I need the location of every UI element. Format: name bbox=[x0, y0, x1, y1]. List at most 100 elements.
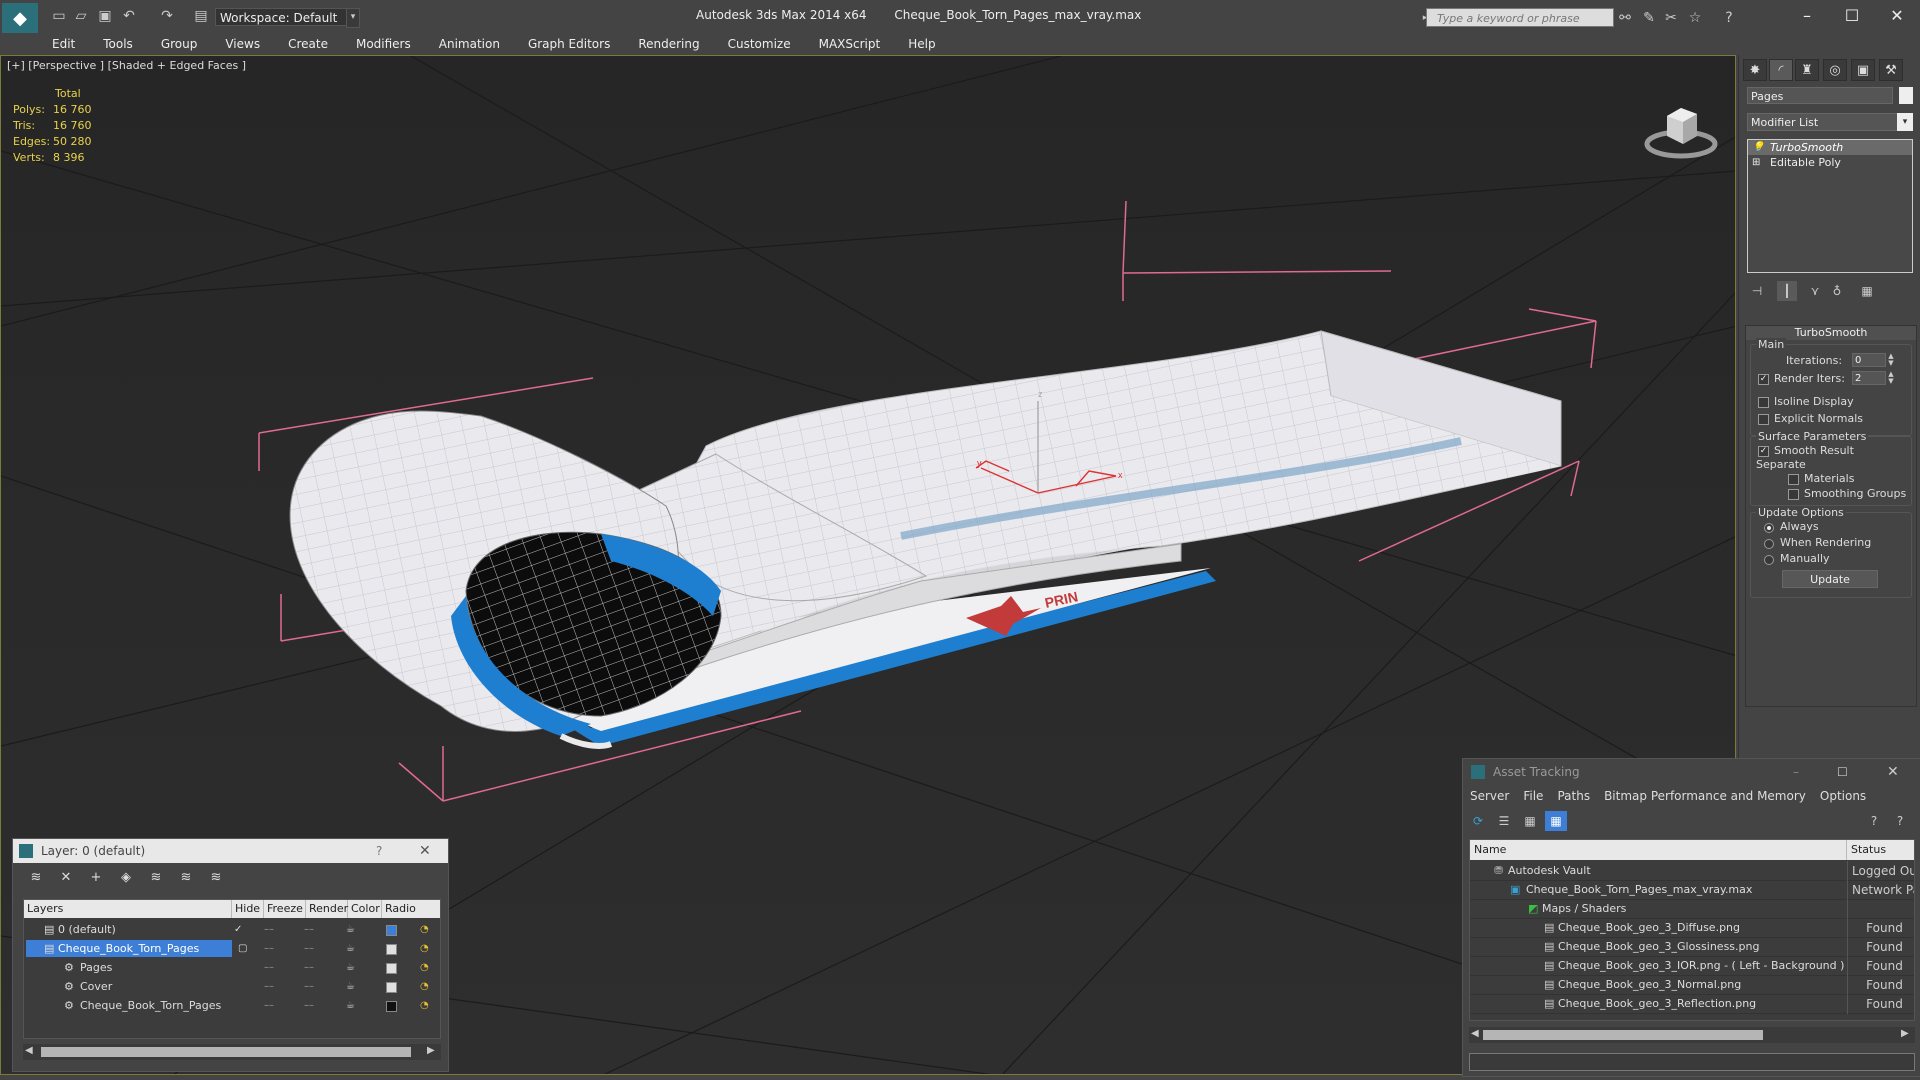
utilities-tab-icon[interactable]: ⚒ bbox=[1879, 59, 1903, 81]
layer-row[interactable]: ▤ 0 (default) ✓ –– –– ☕ ◔ bbox=[24, 920, 440, 939]
hide-toggle[interactable]: –– bbox=[264, 939, 274, 958]
show-end-result-icon[interactable]: ┃ bbox=[1777, 281, 1797, 301]
favorites-star-icon[interactable]: ☆ bbox=[1684, 8, 1706, 28]
thumbnail-view-icon[interactable]: ▦ bbox=[1519, 811, 1541, 831]
communication-icon[interactable]: ✂ bbox=[1660, 8, 1682, 28]
close-icon[interactable]: ✕ bbox=[419, 839, 431, 863]
menu-tools[interactable]: Tools bbox=[89, 37, 147, 51]
configure-sets-icon[interactable]: ▦ bbox=[1857, 281, 1877, 301]
render-iters-checkbox[interactable]: ✓ bbox=[1758, 374, 1769, 385]
lightbulb-icon[interactable]: 💡 bbox=[1752, 140, 1764, 155]
radiosity-icon[interactable]: ◔ bbox=[420, 958, 429, 977]
asset-row[interactable]: ▤ Cheque_Book_geo_3_Glossiness.png Found bbox=[1470, 937, 1914, 957]
smoothing-groups-checkbox[interactable] bbox=[1788, 489, 1799, 500]
current-layer-check-icon[interactable]: ✓ bbox=[234, 920, 242, 939]
asset-row[interactable]: ▤ Cheque_Book_geo_3_Reflection.png Found bbox=[1470, 994, 1914, 1014]
manually-radio[interactable] bbox=[1764, 555, 1774, 565]
viewport-label-menu[interactable]: [+] [Perspective ] [Shaded + Edged Faces… bbox=[7, 59, 246, 72]
redo-icon[interactable]: ↷ bbox=[158, 8, 176, 24]
column-radiosity[interactable]: Radio bbox=[382, 900, 440, 918]
hide-toggle[interactable]: –– bbox=[264, 977, 274, 996]
asset-row[interactable]: ▤ Cheque_Book_geo_3_Normal.png Found bbox=[1470, 975, 1914, 995]
scrollbar-thumb[interactable] bbox=[41, 1047, 411, 1057]
radiosity-icon[interactable]: ◔ bbox=[420, 920, 429, 939]
layer-row[interactable]: ▤ Cheque_Book_Torn_Pages ▢ –– –– ☕ ◔ bbox=[24, 939, 440, 958]
remove-modifier-icon[interactable]: ♁ bbox=[1827, 281, 1847, 301]
layer-row[interactable]: ⚙ Pages –– –– ☕ ◔ bbox=[24, 958, 440, 977]
asset-row[interactable]: ▣ Cheque_Book_Torn_Pages_max_vray.max Ne… bbox=[1470, 880, 1914, 900]
render-teapot-icon[interactable]: ☕ bbox=[346, 958, 355, 977]
scroll-right-icon[interactable]: ▶ bbox=[427, 1045, 435, 1056]
expand-plus-icon[interactable]: ⊞ bbox=[1752, 155, 1764, 170]
asset-horizontal-scrollbar[interactable]: ◀ ▶ bbox=[1469, 1027, 1915, 1043]
make-unique-icon[interactable]: ⋎ bbox=[1805, 281, 1825, 301]
scroll-left-icon[interactable]: ◀ bbox=[25, 1045, 33, 1056]
maximize-icon[interactable]: ☐ bbox=[1837, 759, 1848, 785]
freeze-toggle[interactable]: –– bbox=[304, 996, 314, 1015]
binoculars-icon[interactable]: ⚯ bbox=[1614, 8, 1636, 28]
new-file-icon[interactable]: ▭ bbox=[50, 8, 68, 24]
render-iters-spinner-arrows-icon[interactable]: ▲ ▼ bbox=[1886, 371, 1896, 385]
minimize-icon[interactable]: – bbox=[1793, 759, 1799, 785]
column-color[interactable]: Color bbox=[348, 900, 382, 918]
stack-item-turbosmooth[interactable]: 💡 TurboSmooth bbox=[1748, 140, 1912, 155]
scroll-right-icon[interactable]: ▶ bbox=[1901, 1028, 1909, 1039]
asset-dialog-titlebar[interactable]: Asset Tracking – ☐ ✕ bbox=[1463, 759, 1920, 785]
modify-tab-icon[interactable]: ◜ bbox=[1769, 59, 1793, 81]
hierarchy-tab-icon[interactable]: ♜ bbox=[1795, 59, 1819, 81]
freeze-toggle[interactable]: –– bbox=[304, 920, 314, 939]
menu-paths[interactable]: Paths bbox=[1550, 787, 1597, 805]
menu-help[interactable]: Help bbox=[894, 37, 949, 51]
materials-checkbox[interactable] bbox=[1788, 474, 1799, 485]
column-freeze[interactable]: Freeze bbox=[264, 900, 306, 918]
hide-all-layers-icon[interactable]: ≋ bbox=[175, 868, 197, 888]
add-to-layer-icon[interactable]: + bbox=[85, 868, 107, 888]
column-render[interactable]: Render bbox=[306, 900, 348, 918]
quick-access-customize-icon[interactable]: ▾ bbox=[346, 8, 360, 28]
column-hide[interactable]: Hide bbox=[232, 900, 264, 918]
motion-tab-icon[interactable]: ◎ bbox=[1823, 59, 1847, 81]
iterations-spinner-arrows-icon[interactable]: ▲ ▼ bbox=[1886, 353, 1896, 367]
expand-icon[interactable]: ▤ bbox=[44, 939, 54, 958]
delete-layer-icon[interactable]: ✕ bbox=[55, 868, 77, 888]
freeze-toggle[interactable]: –– bbox=[304, 958, 314, 977]
menu-create[interactable]: Create bbox=[274, 37, 342, 51]
freeze-toggle[interactable]: –– bbox=[304, 977, 314, 996]
select-box-icon[interactable]: ▢ bbox=[238, 939, 247, 958]
open-file-icon[interactable]: ▱ bbox=[72, 8, 90, 24]
list-view-icon[interactable]: ☰ bbox=[1493, 811, 1515, 831]
always-radio[interactable] bbox=[1764, 523, 1774, 533]
close-icon[interactable]: ✕ bbox=[1887, 759, 1899, 785]
freeze-all-layers-icon[interactable]: ≋ bbox=[205, 868, 227, 888]
close-window-button[interactable]: ✕ bbox=[1874, 4, 1920, 28]
hide-toggle[interactable]: –– bbox=[264, 958, 274, 977]
subscription-icon[interactable]: ✎ bbox=[1638, 8, 1660, 28]
radiosity-icon[interactable]: ◔ bbox=[420, 977, 429, 996]
menu-modifiers[interactable]: Modifiers bbox=[342, 37, 425, 51]
menu-rendering[interactable]: Rendering bbox=[624, 37, 713, 51]
menu-customize[interactable]: Customize bbox=[714, 37, 805, 51]
layer-color-swatch[interactable] bbox=[386, 1001, 397, 1012]
explicit-normals-checkbox[interactable] bbox=[1758, 414, 1769, 425]
render-teapot-icon[interactable]: ☕ bbox=[346, 939, 355, 958]
layer-row[interactable]: ⚙ Cover –– –– ☕ ◔ bbox=[24, 977, 440, 996]
iterations-spinner[interactable]: 0 bbox=[1852, 353, 1886, 367]
menu-animation[interactable]: Animation bbox=[425, 37, 514, 51]
menu-file[interactable]: File bbox=[1516, 787, 1550, 805]
asset-row[interactable]: ▤ Cheque_Book_geo_3_Diffuse.png Found bbox=[1470, 918, 1914, 938]
menu-views[interactable]: Views bbox=[211, 37, 274, 51]
object-name-field[interactable]: Pages bbox=[1747, 87, 1893, 104]
app-logo-icon[interactable]: ◆ bbox=[2, 3, 38, 33]
render-iters-spinner[interactable]: 2 bbox=[1852, 371, 1886, 385]
layer-color-swatch[interactable] bbox=[386, 963, 397, 974]
asset-row[interactable]: ⛃ Autodesk Vault Logged Out bbox=[1470, 861, 1914, 881]
help-icon[interactable]: ? bbox=[1889, 811, 1911, 831]
table-view-icon[interactable]: ▦ bbox=[1545, 811, 1567, 831]
maximize-window-button[interactable]: ☐ bbox=[1829, 4, 1875, 28]
render-teapot-icon[interactable]: ☕ bbox=[346, 977, 355, 996]
menu-options[interactable]: Options bbox=[1813, 787, 1873, 805]
asset-row[interactable]: ◩ Maps / Shaders bbox=[1470, 899, 1914, 919]
undo-icon[interactable]: ↶ bbox=[120, 8, 138, 24]
layer-dialog-titlebar[interactable]: Layer: 0 (default) ? ✕ bbox=[13, 839, 448, 863]
render-teapot-icon[interactable]: ☕ bbox=[346, 920, 355, 939]
